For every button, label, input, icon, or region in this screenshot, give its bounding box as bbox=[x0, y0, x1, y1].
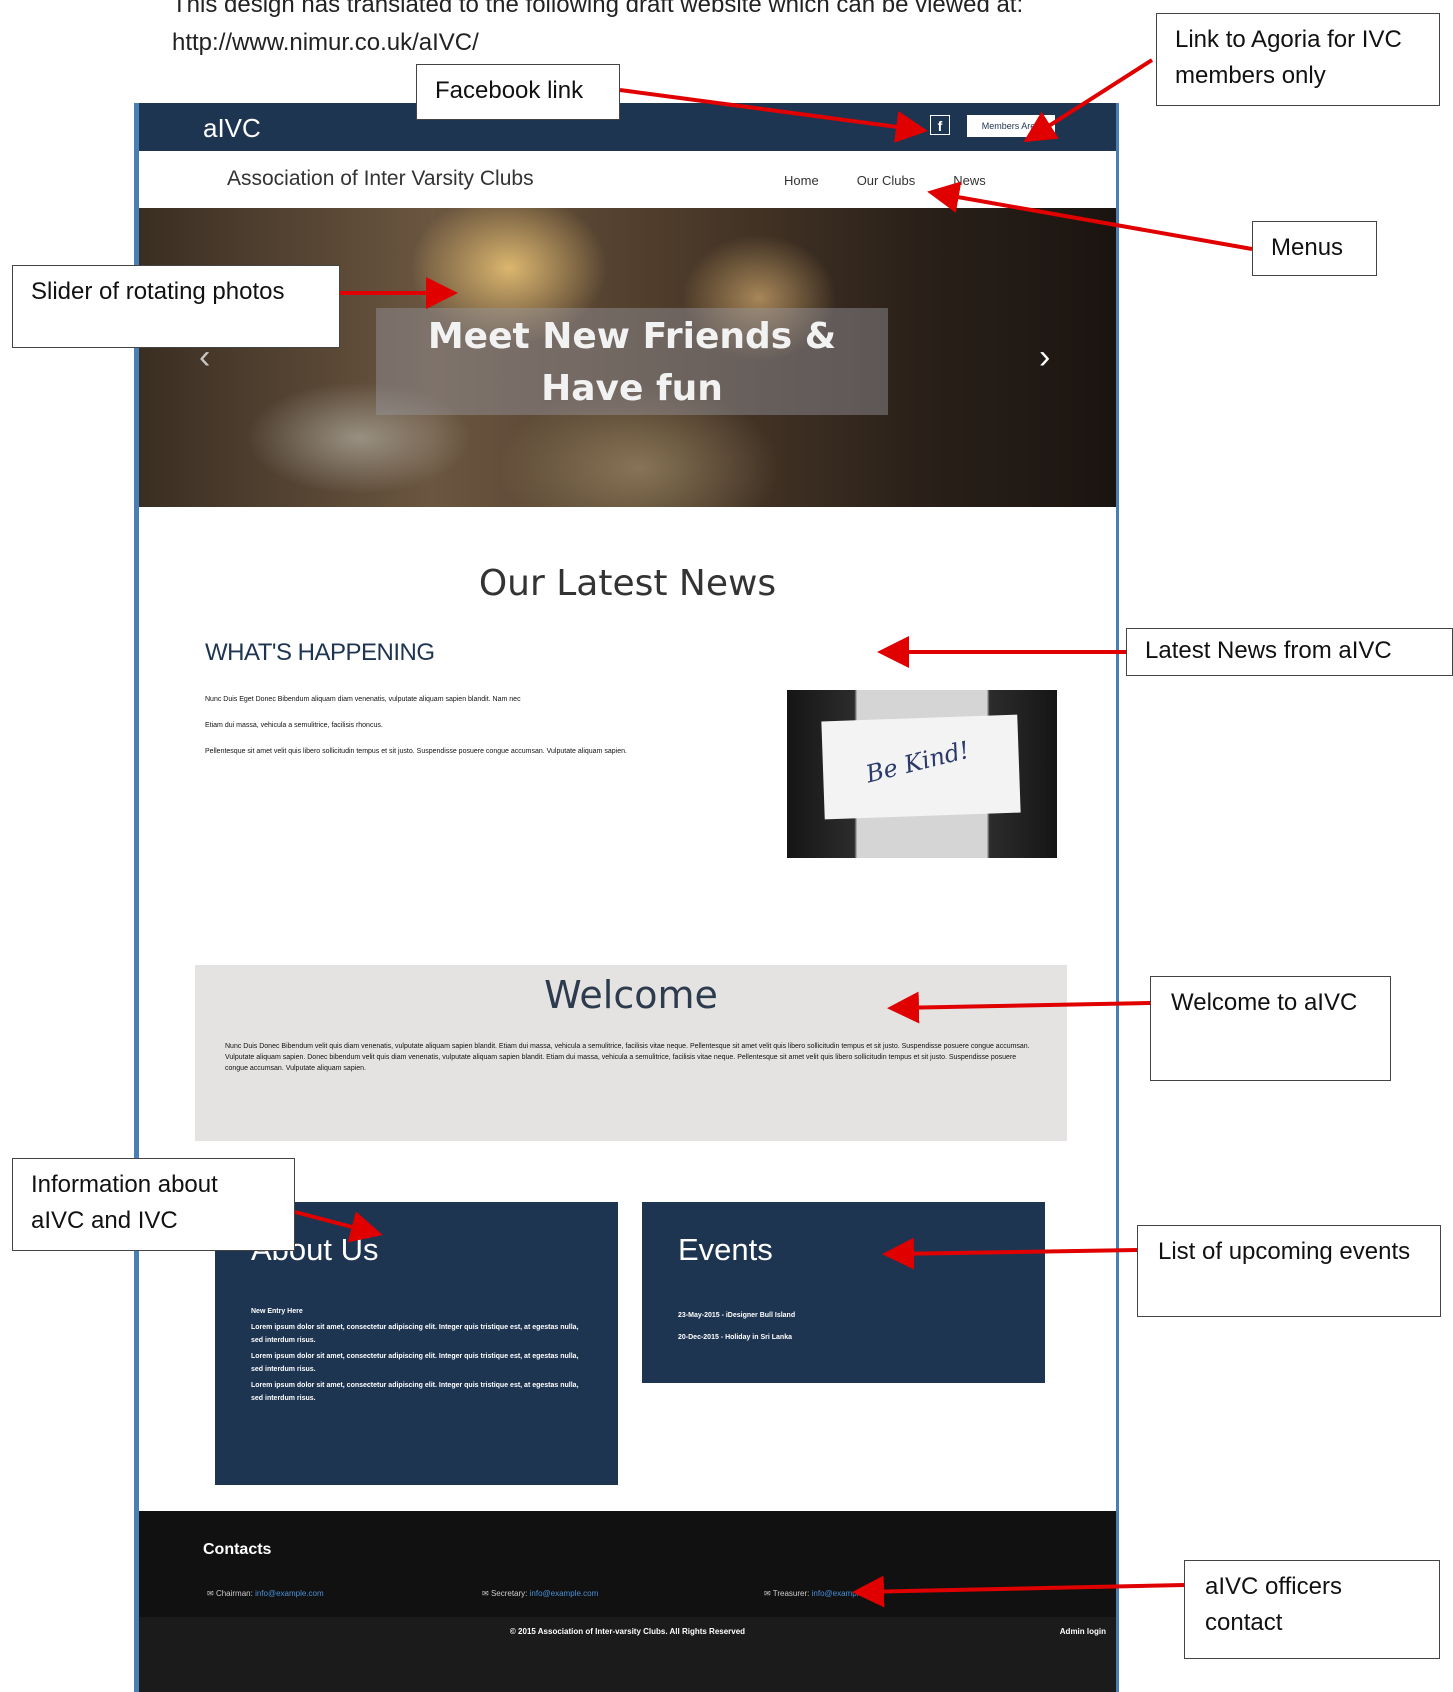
mail-icon: ✉ bbox=[207, 1589, 214, 1598]
contact-role: Chairman: bbox=[215, 1589, 253, 1598]
news-image-card: Be Kind! bbox=[821, 714, 1021, 820]
news-paragraph: Etiam dui massa, vehicula a semulitrice,… bbox=[205, 722, 383, 729]
welcome-text: Nunc Duis Donec Bibendum velit quis diam… bbox=[225, 1043, 1030, 1072]
copyright-text: © 2015 Association of Inter-varsity Club… bbox=[509, 1627, 746, 1636]
news-image-handwriting: Be Kind! bbox=[863, 735, 973, 789]
main-menu: Home Our Clubs News bbox=[784, 173, 986, 188]
intro-text-block: This design has translated to the follow… bbox=[172, 0, 1152, 62]
news-body: Nunc Duis Eget Donec Bibendum aliquam di… bbox=[205, 693, 775, 771]
members-area-button[interactable]: Members Area bbox=[967, 115, 1055, 137]
brand-logo[interactable]: aIVC bbox=[203, 113, 261, 144]
news-subheading: WHAT'S HAPPENING bbox=[205, 639, 435, 666]
contact-email[interactable]: info@example.com bbox=[255, 1589, 324, 1598]
contact-role: Secretary: bbox=[490, 1589, 528, 1598]
menu-item-home[interactable]: Home bbox=[784, 173, 819, 188]
callout-info: Information about aIVC and IVC bbox=[12, 1158, 295, 1251]
contact-secretary: ✉ Secretary: info@example.com bbox=[482, 1589, 598, 1598]
mail-icon: ✉ bbox=[482, 1589, 489, 1598]
facebook-icon[interactable]: f bbox=[930, 115, 950, 135]
hero-line-2: Have fun bbox=[541, 368, 723, 409]
nav-bar: Association of Inter Varsity Clubs Home … bbox=[139, 151, 1116, 209]
mail-icon: ✉ bbox=[764, 1589, 771, 1598]
contact-email[interactable]: info@example.com bbox=[812, 1589, 881, 1598]
contact-treasurer: ✉ Treasurer: info@example.com bbox=[764, 1589, 880, 1598]
news-paragraph: Nunc Duis Eget Donec Bibendum aliquam di… bbox=[205, 696, 521, 703]
about-entry: Lorem ipsum dolor sit amet, consectetur … bbox=[251, 1353, 579, 1373]
event-item[interactable]: 20-Dec-2015 - Holiday in Sri Lanka bbox=[678, 1327, 795, 1349]
contacts-section: Contacts ✉ Chairman: info@example.com ✉ … bbox=[139, 1511, 1116, 1617]
callout-welcome: Welcome to aIVC bbox=[1150, 976, 1391, 1081]
menu-item-our-clubs[interactable]: Our Clubs bbox=[857, 173, 916, 188]
top-bar: aIVC f Members Area bbox=[139, 103, 1116, 151]
callout-news: Latest News from aIVC bbox=[1126, 628, 1453, 676]
event-item[interactable]: 23-May-2015 - iDesigner Bull Island bbox=[678, 1305, 795, 1327]
callout-agoria: Link to Agoria for IVC members only bbox=[1156, 13, 1440, 106]
events-list: 23-May-2015 - iDesigner Bull Island 20-D… bbox=[678, 1305, 795, 1349]
hero-line-1: Meet New Friends & bbox=[427, 316, 837, 357]
intro-text: This design has translated to the follow… bbox=[172, 0, 1024, 18]
hero-slider: ‹ Meet New Friends & Have fun › bbox=[139, 208, 1116, 507]
contact-chairman: ✉ Chairman: info@example.com bbox=[207, 1589, 324, 1598]
welcome-section: Welcome Nunc Duis Donec Bibendum velit q… bbox=[195, 965, 1067, 1141]
slider-next-icon[interactable]: › bbox=[1039, 338, 1050, 377]
news-heading: Our Latest News bbox=[478, 563, 777, 604]
welcome-title: Welcome bbox=[544, 973, 718, 1017]
menu-item-news[interactable]: News bbox=[953, 173, 986, 188]
callout-facebook: Facebook link bbox=[416, 64, 620, 120]
callout-slider: Slider of rotating photos bbox=[12, 265, 340, 348]
about-entry: New Entry Here bbox=[251, 1308, 303, 1315]
callout-events: List of upcoming events bbox=[1137, 1225, 1441, 1317]
footer: © 2015 Association of Inter-varsity Club… bbox=[139, 1617, 1116, 1692]
site-title[interactable]: Association of Inter Varsity Clubs bbox=[227, 167, 534, 191]
news-image: Be Kind! bbox=[787, 690, 1057, 858]
contact-role: Treasurer: bbox=[772, 1589, 810, 1598]
contact-email[interactable]: info@example.com bbox=[530, 1589, 599, 1598]
news-paragraph: Pellentesque sit amet velit quis libero … bbox=[205, 748, 627, 755]
contacts-title: Contacts bbox=[203, 1541, 272, 1558]
events-title: Events bbox=[678, 1232, 773, 1267]
callout-menus: Menus bbox=[1252, 221, 1377, 276]
hero-caption: Meet New Friends & Have fun bbox=[376, 308, 888, 415]
intro-url[interactable]: http://www.nimur.co.uk/aIVC/ bbox=[172, 24, 1152, 62]
events-panel: Events 23-May-2015 - iDesigner Bull Isla… bbox=[642, 1202, 1045, 1383]
callout-officers: aIVC officers contact bbox=[1184, 1560, 1440, 1659]
about-entry: Lorem ipsum dolor sit amet, consectetur … bbox=[251, 1382, 579, 1402]
about-us-list: New Entry Here Lorem ipsum dolor sit ame… bbox=[251, 1305, 591, 1408]
admin-login-link[interactable]: Admin login bbox=[1060, 1627, 1106, 1636]
about-entry: Lorem ipsum dolor sit amet, consectetur … bbox=[251, 1324, 579, 1344]
